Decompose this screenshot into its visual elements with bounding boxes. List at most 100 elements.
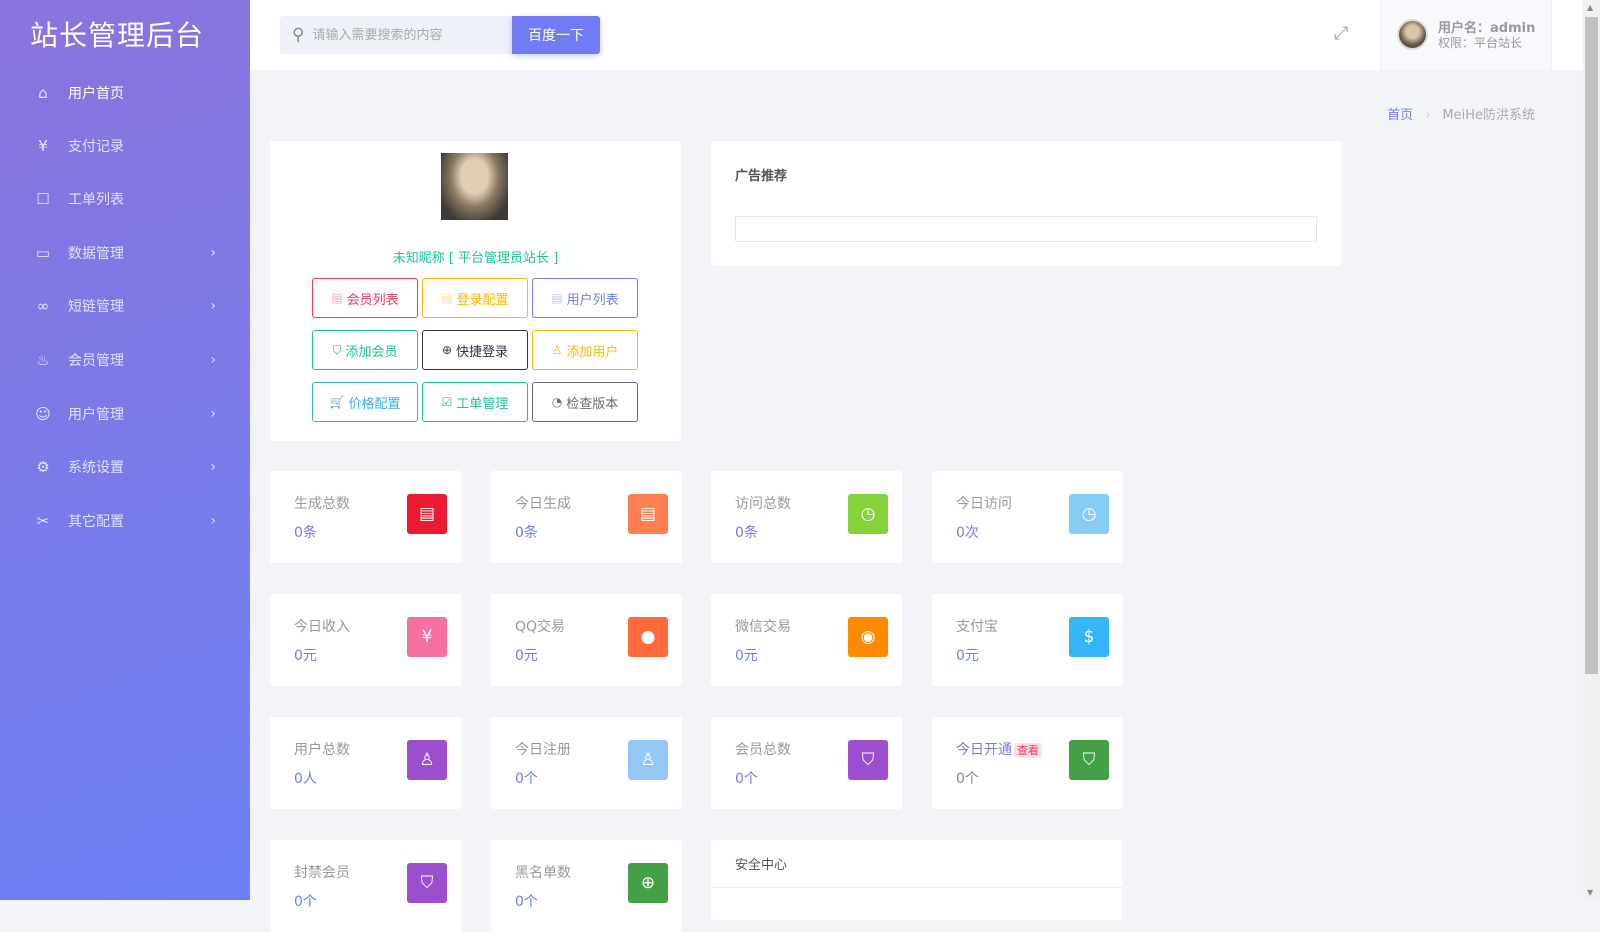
button-label: 快捷登录 (456, 344, 509, 360)
doc-icon: ▤ (628, 494, 668, 534)
scroll-down-icon[interactable]: ▼ (1587, 888, 1593, 897)
user-role: 权限：平台站长 (1438, 36, 1523, 50)
profile-action-button[interactable]: ⛉ 添加会员 (312, 330, 418, 370)
profile-action-button[interactable]: ◔ 检查版本 (532, 382, 638, 422)
button-label: 工单管理 (456, 396, 509, 412)
scrollbar[interactable]: ▲ ▼ (1583, 0, 1600, 900)
profile-action-button[interactable]: ▤ 用户列表 (532, 278, 638, 318)
shield-check-icon: ⛉ (848, 740, 888, 780)
app-title: 站长管理后台 (30, 19, 205, 52)
stat-label-text: 生成总数 (294, 496, 350, 512)
sidebar-item-label: 工单列表 (68, 192, 124, 208)
stat-label-text: 访问总数 (735, 496, 791, 512)
shield-check-icon: ⛉ (332, 342, 342, 357)
stat-label: 今日注册 (515, 739, 571, 759)
stat-label-text: 今日注册 (515, 742, 571, 758)
chevron-right-icon: › (210, 459, 216, 475)
profile-action-button[interactable]: ▤ 会员列表 (312, 278, 418, 318)
sidebar-item-tickets[interactable]: ☐ 工单列表 (0, 174, 250, 224)
stat-card: 支付宝 0元 $ (932, 594, 1123, 686)
profile-action-button[interactable]: ☑ 工单管理 (422, 382, 528, 422)
clock-icon: ◷ (1069, 494, 1109, 534)
stat-label: 今日访问 (956, 493, 1012, 513)
user-panel[interactable]: 用户名：admin 权限：平台站长 (1380, 0, 1552, 70)
stat-value: 0次 (956, 525, 979, 541)
stat-label-text: 会员总数 (735, 742, 791, 758)
qq-icon: ● (628, 617, 668, 657)
scroll-up-icon[interactable]: ▲ (1587, 3, 1593, 12)
stat-value: 0个 (735, 771, 758, 787)
sidebar-item-label: 会员管理 (68, 353, 124, 369)
breadcrumb: 首页 › MeiHe防洪系统 (1387, 104, 1535, 123)
scrollbar-thumb[interactable] (1585, 17, 1598, 674)
view-badge[interactable]: 查看 (1014, 743, 1042, 758)
yen-icon: ¥ (38, 137, 48, 155)
stat-label: 今日生成 (515, 493, 571, 513)
sidebar-item-label: 其它配置 (68, 514, 124, 530)
stat-label: 黑名单数 (515, 862, 571, 882)
stat-card: 微信交易 0元 ◉ (711, 594, 902, 686)
stat-label-text: 今日开通 (956, 742, 1012, 758)
home-icon: ⌂ (38, 84, 48, 102)
divider (711, 887, 1122, 888)
chevron-right-icon: › (1425, 108, 1431, 123)
profile-action-button[interactable]: ▤ 登录配置 (422, 278, 528, 318)
profile-action-button[interactable]: ♙ 添加用户 (532, 330, 638, 370)
stat-value: 0条 (515, 525, 538, 541)
stat-card: 访问总数 0条 ◷ (711, 471, 902, 563)
search-button[interactable]: 百度一下 (512, 16, 600, 54)
chevron-right-icon: › (210, 245, 216, 261)
stat-label: QQ交易 (515, 616, 565, 636)
stat-label: 用户总数 (294, 739, 350, 759)
sidebar-item-home[interactable]: ⌂ 用户首页 (0, 68, 250, 118)
fullscreen-icon[interactable]: ⤢ (1334, 23, 1348, 44)
plus-circle-icon: ⊕ (441, 343, 453, 357)
sidebar-item-members[interactable]: ♨ 会员管理 › (0, 335, 250, 385)
sidebar-item-settings[interactable]: ⚙ 系统设置 › (0, 442, 250, 492)
link-icon: ∞ (36, 297, 50, 315)
stat-value: 0个 (515, 771, 538, 787)
button-label: 添加会员 (345, 344, 398, 360)
user-icon: ♙ (628, 740, 668, 780)
sidebar-item-other[interactable]: ✂ 其它配置 › (0, 496, 250, 546)
security-card: 安全中心 (711, 840, 1122, 920)
stat-value: 0人 (294, 771, 317, 787)
stat-label-text: 微信交易 (735, 619, 791, 635)
stat-card: 今日访问 0次 ◷ (932, 471, 1123, 563)
sidebar-item-shortlinks[interactable]: ∞ 短链管理 › (0, 281, 250, 331)
profile-action-button[interactable]: ⊕ 快捷登录 (422, 330, 528, 370)
sidebar-item-data[interactable]: ▭ 数据管理 › (0, 228, 250, 278)
stat-label: 访问总数 (735, 493, 791, 513)
stat-label: 生成总数 (294, 493, 350, 513)
user-icon: ♙ (551, 343, 563, 357)
sidebar-item-payments[interactable]: ¥ 支付记录 (0, 121, 250, 171)
doc-icon: ▤ (331, 291, 343, 305)
gear-icon: ⚙ (36, 458, 50, 476)
cart-icon: 🛒 (329, 395, 345, 409)
sidebar-item-users[interactable]: ☺ 用户管理 › (0, 389, 250, 439)
stat-card: 用户总数 0人 ♙ (270, 717, 461, 809)
ad-content (735, 216, 1317, 242)
chevron-right-icon: › (210, 513, 216, 529)
stat-value: 0个 (515, 894, 538, 910)
button-label: 添加用户 (566, 344, 619, 360)
stat-label-text: QQ交易 (515, 619, 566, 635)
stat-card: 今日收入 0元 ¥ (270, 594, 461, 686)
sidebar-item-label: 短链管理 (68, 299, 124, 315)
chevron-right-icon: › (210, 406, 216, 422)
ad-card: 广告推荐 (711, 141, 1341, 266)
search-input[interactable] (312, 27, 493, 43)
nickname: 未知昵称 [ 平台管理员站长 ] (392, 251, 559, 266)
sidebar-item-label: 支付记录 (68, 139, 124, 155)
breadcrumb-home[interactable]: 首页 (1387, 108, 1413, 123)
button-label: 用户列表 (566, 292, 619, 308)
security-title: 安全中心 (735, 858, 788, 873)
stat-card: 黑名单数 0个 ⊕ (491, 840, 682, 932)
tools-icon: ✂ (36, 512, 50, 530)
sidebar-item-label: 用户首页 (68, 86, 124, 102)
button-label: 检查版本 (566, 396, 619, 412)
profile-action-button[interactable]: 🛒 价格配置 (312, 382, 418, 422)
ticket-icon: ☑ (441, 395, 453, 409)
search-box: ⚲ (280, 16, 512, 54)
stat-card: QQ交易 0元 ● (491, 594, 682, 686)
